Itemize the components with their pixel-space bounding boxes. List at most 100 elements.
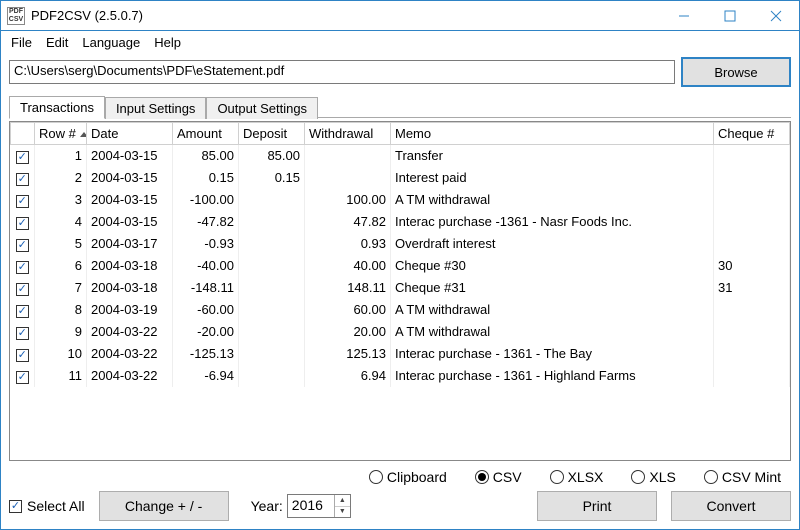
export-option-xls[interactable]: XLS <box>631 469 675 485</box>
col-header-deposit[interactable]: Deposit <box>239 123 305 145</box>
bottom-controls: ✓ Select All Change + / - Year: 2016 ▲ ▼… <box>1 487 799 529</box>
print-button[interactable]: Print <box>537 491 657 521</box>
cell-memo: A TM withdrawal <box>391 299 714 321</box>
export-option-csv[interactable]: CSV <box>475 469 522 485</box>
cell-date: 2004-03-22 <box>87 321 173 343</box>
tab-strip: Transactions Input Settings Output Setti… <box>1 92 799 118</box>
radio-icon <box>550 470 564 484</box>
tab-input-settings[interactable]: Input Settings <box>105 97 207 119</box>
row-checkbox[interactable]: ✓ <box>16 261 29 274</box>
menu-file[interactable]: File <box>5 34 38 51</box>
cell-amount: -125.13 <box>173 343 239 365</box>
cell-withdrawal: 6.94 <box>305 365 391 387</box>
cell-rownum: 8 <box>35 299 87 321</box>
cell-rownum: 3 <box>35 189 87 211</box>
row-checkbox[interactable]: ✓ <box>16 349 29 362</box>
cell-date: 2004-03-15 <box>87 189 173 211</box>
year-group: Year: 2016 ▲ ▼ <box>251 494 351 518</box>
table-row[interactable]: ✓32004-03-15-100.00100.00A TM withdrawal <box>11 189 790 211</box>
row-checkbox[interactable]: ✓ <box>16 239 29 252</box>
row-checkbox[interactable]: ✓ <box>16 305 29 318</box>
row-checkbox[interactable]: ✓ <box>16 327 29 340</box>
tab-output-settings[interactable]: Output Settings <box>206 97 318 119</box>
cell-deposit <box>239 277 305 299</box>
export-option-clipboard[interactable]: Clipboard <box>369 469 447 485</box>
table-row[interactable]: ✓112004-03-22-6.946.94Interac purchase -… <box>11 365 790 387</box>
cell-deposit: 0.15 <box>239 167 305 189</box>
row-checkbox[interactable]: ✓ <box>16 151 29 164</box>
export-option-csv-mint[interactable]: CSV Mint <box>704 469 781 485</box>
cell-deposit <box>239 211 305 233</box>
maximize-button[interactable] <box>707 1 753 31</box>
cell-withdrawal: 125.13 <box>305 343 391 365</box>
menu-edit[interactable]: Edit <box>40 34 74 51</box>
cell-amount: -40.00 <box>173 255 239 277</box>
row-checkbox[interactable]: ✓ <box>16 217 29 230</box>
cell-cheque <box>714 167 790 189</box>
export-option-xlsx[interactable]: XLSX <box>550 469 604 485</box>
col-header-check[interactable] <box>11 123 35 145</box>
year-spinner[interactable]: 2016 ▲ ▼ <box>287 494 351 518</box>
cell-rownum: 6 <box>35 255 87 277</box>
cell-cheque <box>714 189 790 211</box>
cell-cheque: 31 <box>714 277 790 299</box>
change-sign-button[interactable]: Change + / - <box>99 491 229 521</box>
cell-memo: A TM withdrawal <box>391 189 714 211</box>
cell-rownum: 7 <box>35 277 87 299</box>
cell-withdrawal: 0.93 <box>305 233 391 255</box>
table-row[interactable]: ✓42004-03-15-47.8247.82Interac purchase … <box>11 211 790 233</box>
radio-icon <box>369 470 383 484</box>
cell-amount: 85.00 <box>173 145 239 167</box>
cell-amount: -47.82 <box>173 211 239 233</box>
table-row[interactable]: ✓72004-03-18-148.11148.11Cheque #3131 <box>11 277 790 299</box>
year-value[interactable]: 2016 <box>288 495 334 517</box>
minimize-button[interactable] <box>661 1 707 31</box>
tab-transactions[interactable]: Transactions <box>9 96 105 119</box>
cell-withdrawal: 47.82 <box>305 211 391 233</box>
radio-label: Clipboard <box>387 469 447 485</box>
year-spin-buttons[interactable]: ▲ ▼ <box>334 495 350 517</box>
app-icon: PDFCSV <box>7 7 25 25</box>
cell-memo: Interac purchase - 1361 - Highland Farms <box>391 365 714 387</box>
browse-button[interactable]: Browse <box>681 57 791 87</box>
row-checkbox[interactable]: ✓ <box>16 283 29 296</box>
grid-header-row: Row # Date Amount Deposit Withdrawal Mem… <box>11 123 790 145</box>
file-path-input[interactable]: C:\Users\serg\Documents\PDF\eStatement.p… <box>9 60 675 84</box>
row-checkbox[interactable]: ✓ <box>16 173 29 186</box>
cell-memo: Interac purchase -1361 - Nasr Foods Inc. <box>391 211 714 233</box>
year-spin-down[interactable]: ▼ <box>335 507 350 518</box>
cell-rownum: 4 <box>35 211 87 233</box>
cell-rownum: 10 <box>35 343 87 365</box>
minimize-icon <box>678 10 690 22</box>
col-header-amount[interactable]: Amount <box>173 123 239 145</box>
table-row[interactable]: ✓22004-03-150.150.15Interest paid <box>11 167 790 189</box>
table-row[interactable]: ✓52004-03-17-0.930.93Overdraft interest <box>11 233 790 255</box>
maximize-icon <box>724 10 736 22</box>
radio-label: XLSX <box>568 469 604 485</box>
cell-date: 2004-03-15 <box>87 145 173 167</box>
table-row[interactable]: ✓92004-03-22-20.0020.00A TM withdrawal <box>11 321 790 343</box>
cell-amount: -20.00 <box>173 321 239 343</box>
col-header-rownum[interactable]: Row # <box>35 123 87 145</box>
cell-withdrawal: 100.00 <box>305 189 391 211</box>
cell-amount: -60.00 <box>173 299 239 321</box>
menu-help[interactable]: Help <box>148 34 187 51</box>
table-row[interactable]: ✓82004-03-19-60.0060.00A TM withdrawal <box>11 299 790 321</box>
col-header-cheque[interactable]: Cheque # <box>714 123 790 145</box>
convert-button[interactable]: Convert <box>671 491 791 521</box>
checkbox-icon: ✓ <box>9 500 22 513</box>
col-header-withdrawal[interactable]: Withdrawal <box>305 123 391 145</box>
row-checkbox[interactable]: ✓ <box>16 371 29 384</box>
table-row[interactable]: ✓12004-03-1585.0085.00Transfer <box>11 145 790 167</box>
col-header-memo[interactable]: Memo <box>391 123 714 145</box>
cell-date: 2004-03-18 <box>87 277 173 299</box>
cell-date: 2004-03-19 <box>87 299 173 321</box>
col-header-date[interactable]: Date <box>87 123 173 145</box>
table-row[interactable]: ✓102004-03-22-125.13125.13Interac purcha… <box>11 343 790 365</box>
table-row[interactable]: ✓62004-03-18-40.0040.00Cheque #3030 <box>11 255 790 277</box>
menu-language[interactable]: Language <box>76 34 146 51</box>
close-button[interactable] <box>753 1 799 31</box>
row-checkbox[interactable]: ✓ <box>16 195 29 208</box>
select-all-checkbox[interactable]: ✓ Select All <box>9 498 85 514</box>
year-spin-up[interactable]: ▲ <box>335 495 350 507</box>
